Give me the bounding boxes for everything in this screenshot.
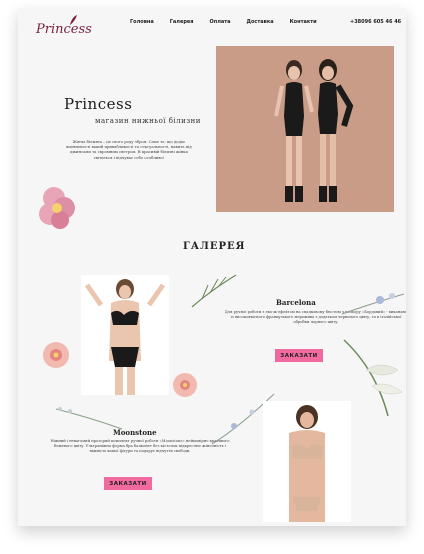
site-logo[interactable]: Princess [36, 22, 92, 37]
product-image-barcelona[interactable] [81, 275, 169, 395]
nav-item-delivery[interactable]: Доставка [247, 19, 274, 25]
nav-item-payment[interactable]: Оплата [210, 19, 231, 25]
website-page: Princess Головна Галерея Оплата Доставка… [18, 8, 406, 526]
order-button-barcelona[interactable]: Заказати [275, 349, 323, 362]
small-peach-flower-decoration [173, 373, 197, 397]
logo-text: Princess [36, 22, 92, 37]
gallery-title: Галерея [183, 241, 246, 252]
model-black-lingerie-illustration [81, 275, 169, 395]
pink-flower-decoration [39, 187, 75, 229]
grass-sprig-decoration [191, 274, 237, 308]
hero-image [216, 46, 394, 212]
hero-description: Жінча білизна – це свого роду зброя. Сам… [66, 139, 192, 160]
product-description-moonstone: Ніжний і невагомий прозорий комплект руч… [50, 439, 230, 453]
nav-item-contacts[interactable]: Контакти [290, 19, 317, 25]
hero-models-illustration [216, 46, 394, 212]
model-beige-lingerie-illustration [263, 401, 351, 522]
product-title-barcelona: Barcelona [276, 298, 316, 307]
main-nav: Головна Галерея Оплата Доставка Контакти [130, 19, 317, 25]
peach-flower-decoration [43, 342, 69, 368]
hero-tagline: магазин нижньої білизни [95, 117, 201, 125]
order-button-moonstone[interactable]: Заказати [104, 477, 152, 490]
nav-item-gallery[interactable]: Галерея [170, 19, 194, 25]
feather-icon [70, 15, 77, 25]
product-image-moonstone[interactable] [263, 401, 351, 522]
nav-item-home[interactable]: Головна [130, 19, 154, 25]
hero-brand: Princess [64, 95, 133, 113]
blue-flower-decoration [341, 293, 405, 315]
phone-number[interactable]: +38096 605 46 46 [350, 19, 401, 25]
product-title-moonstone: Moonstone [113, 428, 157, 437]
